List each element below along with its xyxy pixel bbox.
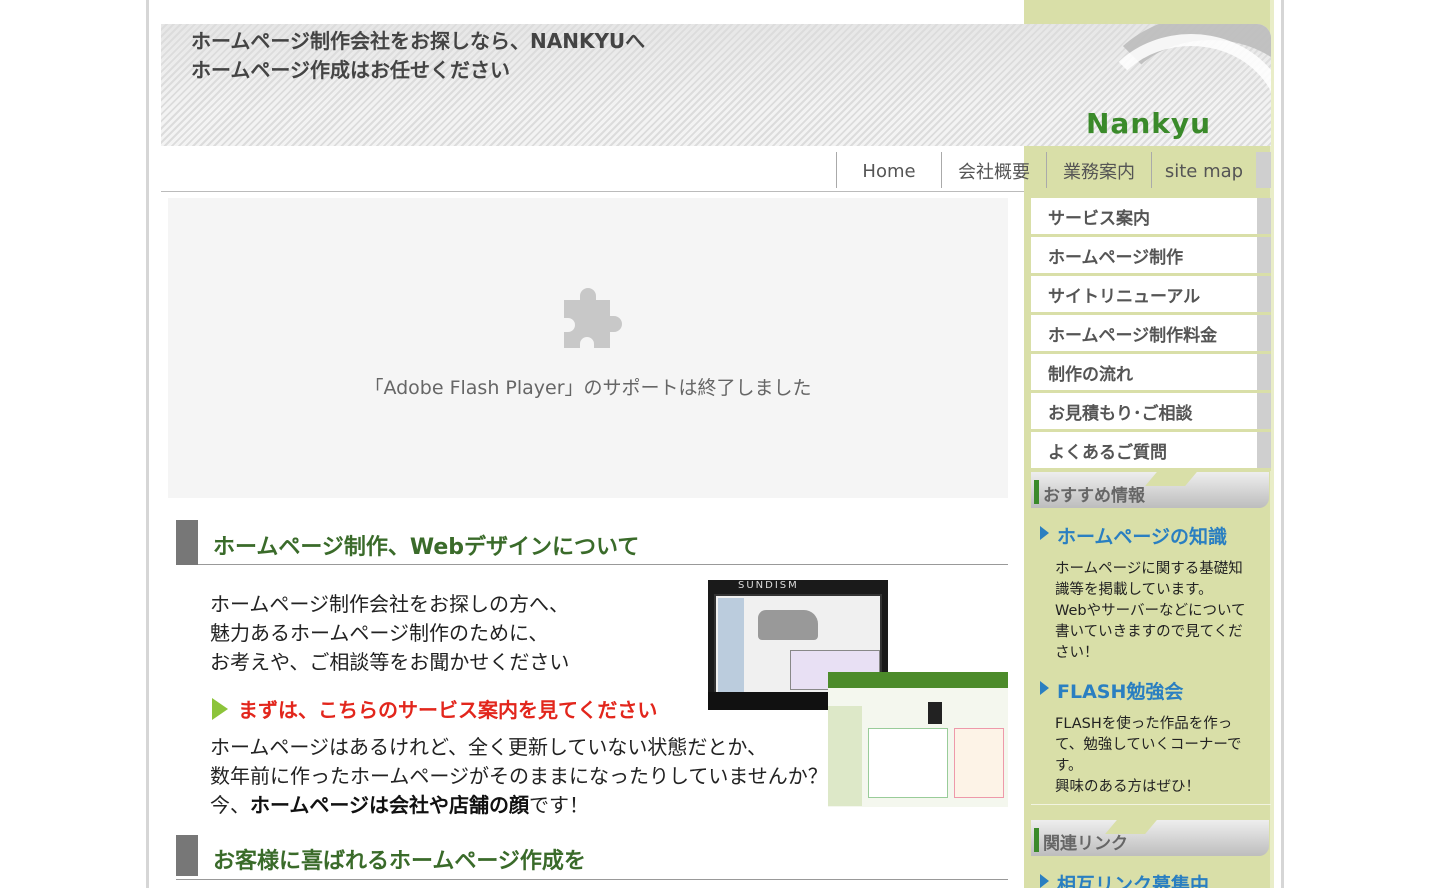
header-tagline-line1: ホームページ制作会社をお探しなら、NANKYUへ — [191, 29, 646, 53]
thumb-sidebar — [828, 706, 862, 806]
para-text: です！ — [529, 793, 589, 817]
puzzle-icon — [564, 288, 622, 348]
desc-line: さい！ — [1055, 645, 1099, 661]
section-heading-text: ホームページ制作、Webデザインについて — [213, 535, 640, 560]
sidebar-item-label: お見積もり･ご相談 — [1048, 403, 1193, 424]
para-line: ホームページはあるけれど、全く更新していない状態だとか、 — [210, 735, 767, 759]
links-heading-text: 関連リンク — [1043, 834, 1128, 854]
sidebar-item-tab — [1257, 198, 1271, 234]
sidebar-item-label: ホームページ制作 — [1048, 247, 1184, 268]
sidebar-item-tab — [1257, 276, 1271, 312]
sidebar-divider — [1031, 804, 1271, 805]
heading-marker — [1034, 828, 1039, 852]
sidebar-item-label: よくあるご質問 — [1048, 442, 1167, 463]
heading-notch — [1145, 472, 1197, 486]
triangle-right-icon — [1040, 525, 1049, 540]
nav-company[interactable]: 会社概要 — [941, 152, 1046, 188]
thumb-content — [868, 728, 948, 798]
desc-line: 識等を掲載しています。 — [1055, 582, 1213, 598]
site-logo[interactable]: Nankyu — [1086, 107, 1211, 140]
section-heading-customer: お客様に喜ばれるホームページ作成を — [176, 835, 1008, 880]
arrow-right-icon — [212, 697, 228, 720]
sidebar-item-tab — [1257, 315, 1271, 351]
intro-text: ホームページ制作会社をお探しの方へ、 魅力あるホームページ制作のために、 お考え… — [210, 590, 569, 677]
thumb-label: SUNDISM — [738, 580, 799, 591]
triangle-right-icon — [1040, 873, 1049, 888]
intro-line: 魅力あるホームページ制作のために、 — [210, 621, 549, 645]
recommend-description: FLASHを使った作品を作っ て、勉強していくコーナーで す。 興味のある方はぜ… — [1055, 714, 1255, 798]
sidebar-item-tab — [1257, 354, 1271, 390]
thumb-sidebar — [718, 598, 744, 693]
recommend-link-text: ホームページの知識 — [1057, 526, 1228, 548]
desc-line: て、勉強していくコーナーで — [1055, 737, 1242, 753]
section-heading-bar — [176, 520, 198, 565]
body-paragraph: ホームページはあるけれど、全く更新していない状態だとか、 数年前に作ったホームペ… — [210, 733, 828, 820]
sidebar-item-pricing[interactable]: ホームページ制作料金 — [1031, 315, 1271, 354]
page-frame-left — [146, 0, 149, 888]
link-text: 相互リンク募集中 — [1057, 874, 1210, 888]
sidebar-item-tab — [1257, 237, 1271, 273]
nav-end-tab — [1256, 152, 1271, 188]
recommend-link-knowledge[interactable]: ホームページの知識 — [1040, 522, 1227, 549]
desc-line: 書いていきますので見てくだ — [1055, 624, 1243, 640]
thumb-side-content — [954, 728, 1004, 798]
desc-line: FLASHを使った作品を作っ — [1055, 716, 1233, 732]
links-heading: 関連リンク — [1031, 820, 1269, 856]
nav-sitemap[interactable]: site map — [1151, 152, 1256, 188]
intro-line: ホームページ制作会社をお探しの方へ、 — [210, 592, 569, 616]
desc-line: Webやサーバーなどについて — [1055, 603, 1246, 619]
sidebar-item-flow[interactable]: 制作の流れ — [1031, 354, 1271, 393]
service-guide-link-text: まずは、こちらのサービス案内を見てください — [238, 698, 658, 722]
recommend-description: ホームページに関する基礎知 識等を掲載しています。 Webやサーバーなどについて… — [1055, 559, 1255, 664]
service-guide-link[interactable]: まずは、こちらのサービス案内を見てください — [212, 694, 657, 723]
nav-home[interactable]: Home — [836, 152, 941, 188]
sidebar-item-faq[interactable]: よくあるご質問 — [1031, 432, 1271, 471]
sidebar-item-label: 制作の流れ — [1048, 364, 1133, 385]
triangle-right-icon — [1040, 680, 1049, 695]
sidebar-item-tab — [1257, 432, 1271, 468]
heading-marker — [1034, 480, 1039, 504]
para-emphasis: ホームページは会社や店舗の顔 — [250, 793, 529, 817]
global-nav: Home 会社概要 業務案内 site map — [836, 152, 1256, 188]
intro-line: お考えや、ご相談等をお聞かせください — [210, 650, 570, 674]
site-header: ホームページ制作会社をお探しなら、NANKYUへ ホームページ作成はお任せくださ… — [161, 24, 1271, 146]
nav-underline — [161, 191, 1024, 192]
page-frame-right — [1281, 0, 1284, 888]
section-heading-web-design: ホームページ制作、Webデザインについて — [176, 520, 1008, 565]
sidebar-item-label: サービス案内 — [1048, 208, 1150, 229]
sidebar-item-label: サイトリニューアル — [1048, 286, 1201, 307]
para-line: 今、ホームページは会社や店舗の顔です！ — [210, 791, 828, 820]
section-heading-bar — [176, 835, 198, 876]
link-mutual-links[interactable]: 相互リンク募集中 — [1040, 870, 1209, 888]
para-line: 数年前に作ったホームページがそのままになったりしていませんか？ — [210, 764, 828, 788]
portfolio-screenshot-nankyu[interactable]: Nankyu — [828, 672, 1008, 807]
thumb-car — [758, 610, 818, 640]
sidebar-item-homepage[interactable]: ホームページ制作 — [1031, 237, 1271, 276]
sidebar-item-label: ホームページ制作料金 — [1048, 325, 1218, 346]
thumb-figure — [928, 702, 942, 724]
sidebar-item-estimate[interactable]: お見積もり･ご相談 — [1031, 393, 1271, 432]
recommend-heading-text: おすすめ情報 — [1043, 486, 1145, 506]
section-heading-text: お客様に喜ばれるホームページ作成を — [213, 849, 586, 874]
recommend-link-text: FLASH勉強会 — [1057, 681, 1184, 703]
nav-services[interactable]: 業務案内 — [1046, 152, 1151, 188]
sidebar-menu: サービス案内 ホームページ制作 サイトリニューアル ホームページ制作料金 制作の… — [1031, 198, 1271, 471]
thumb-label: Nankyu — [888, 674, 919, 683]
para-text: 今、 — [210, 793, 250, 817]
recommend-link-flash[interactable]: FLASH勉強会 — [1040, 677, 1183, 704]
desc-line: す。 — [1055, 758, 1083, 774]
flash-unsupported-message: 「Adobe Flash Player」のサポートは終了しました — [364, 377, 812, 399]
header-tagline-line2: ホームページ作成はお任せください — [191, 58, 510, 82]
desc-line: 興味のある方はぜひ！ — [1055, 779, 1200, 795]
sidebar-item-tab — [1257, 393, 1271, 429]
header-tagline: ホームページ制作会社をお探しなら、NANKYUへ ホームページ作成はお任せくださ… — [191, 27, 645, 85]
recommend-heading: おすすめ情報 — [1031, 472, 1269, 508]
desc-line: ホームページに関する基礎知 — [1055, 561, 1243, 577]
flash-placeholder: 「Adobe Flash Player」のサポートは終了しました — [168, 198, 1008, 498]
sidebar-item-renewal[interactable]: サイトリニューアル — [1031, 276, 1271, 315]
sidebar-item-services[interactable]: サービス案内 — [1031, 198, 1271, 237]
